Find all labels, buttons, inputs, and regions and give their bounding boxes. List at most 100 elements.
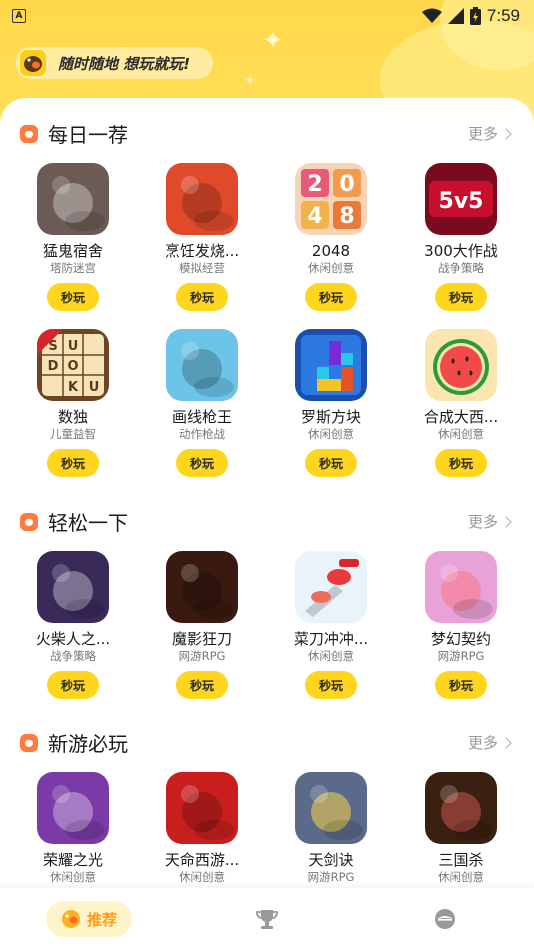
svg-text:4: 4 xyxy=(307,204,322,229)
game-card[interactable]: 火柴人之... 战争策略秒玩 xyxy=(18,551,128,699)
clock: 7:59 xyxy=(486,6,520,25)
section-1: 每日一荐 更多 猛鬼宿舍 塔防迷宫 秒玩 烹饪发烧... 模拟经营 秒玩 2 0 4 8 2048 休闲创… xyxy=(0,115,534,477)
game-name: 合成大西... xyxy=(423,408,499,426)
cellular-signal-icon xyxy=(447,8,464,24)
play-button[interactable]: 秒玩 xyxy=(47,449,99,477)
chevron-right-icon xyxy=(500,127,512,140)
section-3: 新游必玩更多荣耀之光休闲创意秒玩天命西游...休闲创意秒玩天剑诀网游RPG秒玩三… xyxy=(0,724,534,920)
game-category: 模拟经营 xyxy=(179,261,225,275)
section-header: 轻松一下 更多 xyxy=(0,503,534,543)
game-card[interactable]: 画线枪王 动作枪战秒玩 xyxy=(147,329,257,477)
three-kingdoms-icon[interactable] xyxy=(425,772,497,844)
sudoku-icon[interactable]: SUDOKU xyxy=(37,329,109,401)
play-button[interactable]: 秒玩 xyxy=(176,671,228,699)
game-name: 火柴人之... xyxy=(35,630,111,648)
play-button[interactable]: 秒玩 xyxy=(435,671,487,699)
gun-king-icon[interactable] xyxy=(166,329,238,401)
game-card[interactable]: 烹饪发烧... 模拟经营秒玩 xyxy=(147,163,257,311)
stickman-icon[interactable] xyxy=(37,551,109,623)
sky-sword-icon[interactable] xyxy=(295,772,367,844)
game-category: 战争策略 xyxy=(438,261,484,275)
play-button[interactable]: 秒玩 xyxy=(435,449,487,477)
game-card[interactable]: 菜刀冲冲... 休闲创意秒玩 xyxy=(276,551,386,699)
tab-recommend-label: 推荐 xyxy=(86,910,117,929)
game-card[interactable]: 合成大西... 休闲创意秒玩 xyxy=(406,329,516,477)
section-title: 新游必玩 xyxy=(48,732,128,756)
play-button[interactable]: 秒玩 xyxy=(305,449,357,477)
svg-text:5v5: 5v5 xyxy=(439,189,484,214)
section-title: 每日一荐 xyxy=(48,123,128,147)
section-header: 每日一荐 更多 xyxy=(0,115,534,155)
game-category: 塔防迷宫 xyxy=(50,261,96,275)
journey-west-icon[interactable] xyxy=(166,772,238,844)
knife-icon[interactable] xyxy=(295,551,367,623)
game-category: 休闲创意 xyxy=(438,427,484,441)
more-label: 更多 xyxy=(467,513,498,531)
2048-icon[interactable]: 2048 xyxy=(295,163,367,235)
game-category: 休闲创意 xyxy=(308,649,354,663)
tab-recommend[interactable]: 推荐 xyxy=(46,901,132,937)
game-category: 动作枪战 xyxy=(179,427,225,441)
game-name: 罗斯方块 xyxy=(300,408,361,426)
game-category: 战争策略 xyxy=(50,649,96,663)
tab-profile[interactable] xyxy=(434,908,456,934)
game-card[interactable]: 罗斯方块 休闲创意秒玩 xyxy=(276,329,386,477)
section-badge-icon xyxy=(20,734,38,752)
game-name: 菜刀冲冲... xyxy=(293,630,369,648)
game-name: 猛鬼宿舍 xyxy=(42,242,103,260)
chevron-right-icon xyxy=(500,515,512,528)
game-name: 2048 xyxy=(311,242,351,260)
glory-light-icon[interactable] xyxy=(37,772,109,844)
play-button[interactable]: 秒玩 xyxy=(47,671,99,699)
game-category: 休闲创意 xyxy=(308,427,354,441)
watermelon-icon[interactable] xyxy=(425,329,497,401)
bottom-tab-bar: 推荐 xyxy=(0,888,534,950)
svg-text:8: 8 xyxy=(339,204,354,229)
ghost-dorm-icon[interactable] xyxy=(37,163,109,235)
svg-text:U: U xyxy=(89,380,100,395)
play-button[interactable]: 秒玩 xyxy=(305,671,357,699)
more-link[interactable]: 更多 xyxy=(467,511,512,532)
cooking-icon[interactable] xyxy=(166,163,238,235)
more-label: 更多 xyxy=(467,734,498,752)
game-name: 数独 xyxy=(57,408,88,426)
game-card[interactable]: 猛鬼宿舍 塔防迷宫秒玩 xyxy=(18,163,128,311)
game-name: 烹饪发烧... xyxy=(164,242,240,260)
game-category: 网游RPG xyxy=(437,649,485,663)
play-button[interactable]: 秒玩 xyxy=(176,449,228,477)
more-link[interactable]: 更多 xyxy=(468,123,512,144)
game-card[interactable]: 梦幻契约 网游RPG 秒玩 xyxy=(406,551,516,699)
game-name: 天命西游... xyxy=(164,851,240,869)
status-bar: A 7:59 xyxy=(0,0,534,32)
game-category: 休闲创意 xyxy=(179,870,225,884)
game-card[interactable]: 5v5 300大作战 战争策略秒玩 xyxy=(406,163,516,311)
game-card[interactable]: S U D O K U 数独 儿童益智 秒玩 xyxy=(18,329,128,477)
game-card[interactable]: 魔影狂刀 网游RPG 秒玩 xyxy=(147,551,257,699)
svg-text:U: U xyxy=(68,339,79,354)
play-button[interactable]: 秒玩 xyxy=(435,283,487,311)
game-name: 天剑诀 xyxy=(308,851,354,869)
battery-icon xyxy=(469,7,481,25)
play-button[interactable]: 秒玩 xyxy=(305,283,357,311)
play-button[interactable]: 秒玩 xyxy=(47,283,99,311)
tetris-icon[interactable] xyxy=(295,329,367,401)
app-notification-icon: A xyxy=(12,9,26,23)
tab-trophy[interactable] xyxy=(256,908,278,934)
game-name: 300大作战 xyxy=(424,242,498,260)
play-button[interactable]: 秒玩 xyxy=(176,283,228,311)
svg-text:2: 2 xyxy=(307,172,322,197)
game-category: 休闲创意 xyxy=(438,870,484,884)
game-name: 梦幻契约 xyxy=(430,630,491,648)
game-name: 荣耀之光 xyxy=(42,851,103,869)
home-face-icon xyxy=(61,910,80,928)
game-name: 画线枪王 xyxy=(171,408,232,426)
game-category: 休闲创意 xyxy=(50,870,96,884)
more-link[interactable]: 更多 xyxy=(467,732,512,753)
wifi-icon xyxy=(421,8,442,23)
dream-contract-icon[interactable] xyxy=(425,551,497,623)
shadow-blade-icon[interactable] xyxy=(166,551,238,623)
5v5-icon[interactable]: 5v5 xyxy=(425,163,497,235)
game-card[interactable]: 2 0 4 8 2048 休闲创意 秒玩 xyxy=(276,163,386,311)
section-header: 新游必玩 更多 xyxy=(0,724,534,764)
svg-text:O: O xyxy=(67,359,78,374)
